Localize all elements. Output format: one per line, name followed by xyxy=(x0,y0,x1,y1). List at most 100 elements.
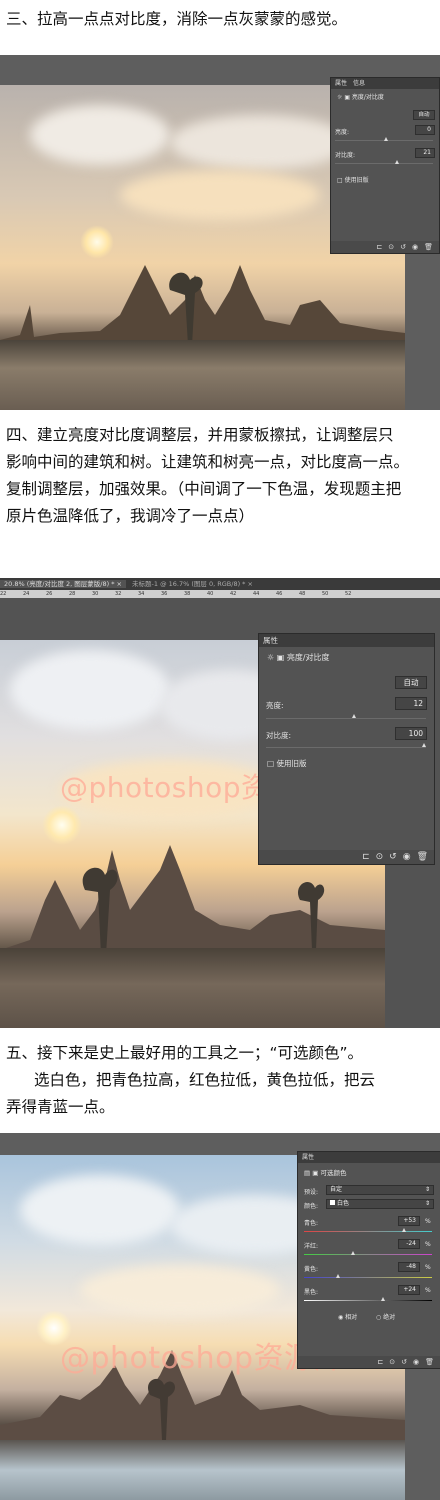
clip-icon[interactable]: ⊏ xyxy=(362,852,370,862)
colors-select[interactable]: 白色 ⇕ xyxy=(326,1199,434,1209)
panel-tabs[interactable]: 属性 xyxy=(259,634,434,647)
magenta-slider-thumb[interactable] xyxy=(351,1251,355,1255)
white-swatch-icon xyxy=(330,1200,335,1205)
auto-button[interactable]: 自动 xyxy=(413,110,435,120)
panel-title: 亮度/对比度 xyxy=(351,94,384,101)
relative-radio[interactable]: ◉ 相对 xyxy=(338,1312,357,1321)
reset-icon[interactable]: ↺ xyxy=(400,243,406,251)
tab-properties[interactable]: 属性 xyxy=(263,636,278,645)
tab-properties[interactable]: 属性 xyxy=(335,80,347,87)
eye-view-icon[interactable]: ⊙ xyxy=(388,243,394,251)
panel-header: ☼ ▣ 亮度/对比度 xyxy=(337,92,384,101)
visibility-icon[interactable]: ◉ xyxy=(413,1358,419,1366)
step4-line-2: 影响中间的建筑和树。让建筑和树亮一点，对比度高一点。 xyxy=(6,453,410,471)
contrast-slider[interactable] xyxy=(335,163,433,164)
colors-value: 白色 xyxy=(337,1200,350,1207)
preset-select[interactable]: 自定 ⇕ xyxy=(326,1185,434,1195)
cyan-slider-thumb[interactable] xyxy=(402,1228,406,1232)
clip-icon[interactable]: ⊏ xyxy=(377,1358,383,1366)
ruler-mark: 34 xyxy=(138,591,145,597)
checkbox-icon[interactable]: □ xyxy=(267,759,274,768)
cyan-slider[interactable] xyxy=(304,1231,432,1232)
radio-icon[interactable]: ○ xyxy=(376,1314,381,1321)
yellow-slider[interactable] xyxy=(304,1277,432,1278)
ruler-mark: 38 xyxy=(184,591,191,597)
sun-icon: ☼ xyxy=(267,653,275,662)
brightness-label: 亮度: xyxy=(266,701,284,710)
legacy-checkbox[interactable]: □ 使用旧版 xyxy=(337,175,369,184)
tab-properties[interactable]: 属性 xyxy=(302,1154,314,1161)
step5-line-2: 选白色，把青色拉高，红色拉低，黄色拉低，把云 xyxy=(34,1071,376,1089)
colors-label: 颜色: xyxy=(304,1203,319,1210)
reset-icon[interactable]: ↺ xyxy=(389,852,397,862)
contrast-field[interactable]: 100 xyxy=(395,727,427,740)
panel-footer: ⊏ ⊙ ↺ ◉ 🗑 xyxy=(331,241,439,253)
reset-icon[interactable]: ↺ xyxy=(401,1358,407,1366)
magenta-field[interactable]: -24 xyxy=(398,1239,420,1249)
panel-footer: ⊏ ⊙ ↺ ◉ 🗑 xyxy=(259,850,434,864)
contrast-field[interactable]: 21 xyxy=(415,148,435,158)
adjustment-icon: ▤ xyxy=(304,1169,311,1177)
contrast-label: 对比度: xyxy=(266,731,292,740)
magenta-slider[interactable] xyxy=(304,1254,432,1255)
panel-footer: ⊏ ⊙ ↺ ◉ 🗑 xyxy=(298,1356,440,1368)
reflecting-pool xyxy=(0,1440,405,1500)
brightness-slider-thumb[interactable] xyxy=(352,714,356,718)
clip-icon[interactable]: ⊏ xyxy=(376,243,382,251)
ruler-mark: 36 xyxy=(161,591,168,597)
panel-title: 亮度/对比度 xyxy=(286,653,330,662)
doc-tab-active[interactable]: 20.8% (亮度/对比度 2, 图层蒙版/8) * × xyxy=(0,580,126,588)
trash-icon[interactable]: 🗑 xyxy=(424,243,433,251)
properties-panel: 属性 ☼ ▣ 亮度/对比度 自动 亮度: 12 对比度: 100 □ 使用旧版 … xyxy=(258,633,435,865)
checkbox-icon[interactable]: □ xyxy=(337,177,343,184)
brightness-field[interactable]: 0 xyxy=(415,125,435,135)
black-field[interactable]: +24 xyxy=(398,1285,420,1295)
yellow-field[interactable]: -48 xyxy=(398,1262,420,1272)
ruler-mark: 28 xyxy=(69,591,76,597)
brightness-label: 亮度: xyxy=(335,129,350,136)
ruler-mark: 44 xyxy=(253,591,260,597)
legacy-label: 使用旧版 xyxy=(344,177,369,184)
tab-info[interactable]: 信息 xyxy=(353,80,365,87)
step5-screenshot: @photoshop资源库 属性 ▤ ▣ 可选颜色 预设: 自定 ⇕ 颜色: 白色… xyxy=(0,1133,440,1500)
trash-icon[interactable]: 🗑 xyxy=(425,1358,434,1366)
black-slider[interactable] xyxy=(304,1300,432,1301)
black-percent: % xyxy=(425,1287,431,1294)
preset-label: 预设: xyxy=(304,1189,319,1196)
trash-icon[interactable]: 🗑 xyxy=(417,852,428,862)
cyan-label: 青色: xyxy=(304,1220,319,1227)
cyan-field[interactable]: +53 xyxy=(398,1216,420,1226)
brightness-slider[interactable] xyxy=(266,718,426,719)
yellow-label: 黄色: xyxy=(304,1266,319,1273)
contrast-slider-thumb[interactable] xyxy=(422,743,426,747)
document-tabs: 20.8% (亮度/对比度 2, 图层蒙版/8) * × 未标题-1 @ 16.… xyxy=(0,578,440,590)
ruler-mark: 26 xyxy=(46,591,53,597)
absolute-radio[interactable]: ○ 绝对 xyxy=(376,1312,395,1321)
panel-title: 可选颜色 xyxy=(320,1169,347,1177)
yellow-slider-thumb[interactable] xyxy=(336,1274,340,1278)
ruler: 22 24 26 28 30 32 34 36 38 40 42 44 46 48 50 52 xyxy=(0,590,440,598)
chevron-down-icon: ⇕ xyxy=(424,1200,430,1207)
step4-line-3: 复制调整层，加强效果。（中间调了一下色温，发现题主把 xyxy=(6,480,402,498)
eye-view-icon[interactable]: ⊙ xyxy=(389,1358,395,1366)
brightness-slider-thumb[interactable] xyxy=(384,137,388,141)
panel-tabs[interactable]: 属性 xyxy=(298,1152,440,1163)
mask-icon: ▣ xyxy=(344,94,350,101)
contrast-slider-thumb[interactable] xyxy=(395,160,399,164)
doc-tab-2[interactable]: 未标题-1 @ 16.7% (图层 0, RGB/8) * × xyxy=(128,580,257,588)
radio-selected-icon[interactable]: ◉ xyxy=(338,1314,343,1321)
black-slider-thumb[interactable] xyxy=(381,1297,385,1301)
contrast-slider[interactable] xyxy=(266,747,426,748)
step4-line-1: 四、建立亮度对比度调整层，并用蒙板擦拭，让调整层只 xyxy=(6,426,394,444)
brightness-field[interactable]: 12 xyxy=(395,697,427,710)
visibility-icon[interactable]: ◉ xyxy=(412,243,418,251)
step4-text: 四、建立亮度对比度调整层，并用蒙板擦拭，让调整层只 影响中间的建筑和树。让建筑和… xyxy=(6,422,434,530)
legacy-checkbox[interactable]: □ 使用旧版 xyxy=(267,758,306,769)
reflecting-pool xyxy=(0,340,405,410)
panel-tabs[interactable]: 属性 信息 xyxy=(331,78,439,89)
step3-screenshot: 属性 信息 ☼ ▣ 亮度/对比度 自动 亮度: 0 对比度: 21 □ 使用旧版 … xyxy=(0,55,440,410)
eye-view-icon[interactable]: ⊙ xyxy=(376,852,384,862)
auto-button[interactable]: 自动 xyxy=(395,676,427,689)
visibility-icon[interactable]: ◉ xyxy=(403,852,411,862)
ruler-mark: 30 xyxy=(92,591,99,597)
